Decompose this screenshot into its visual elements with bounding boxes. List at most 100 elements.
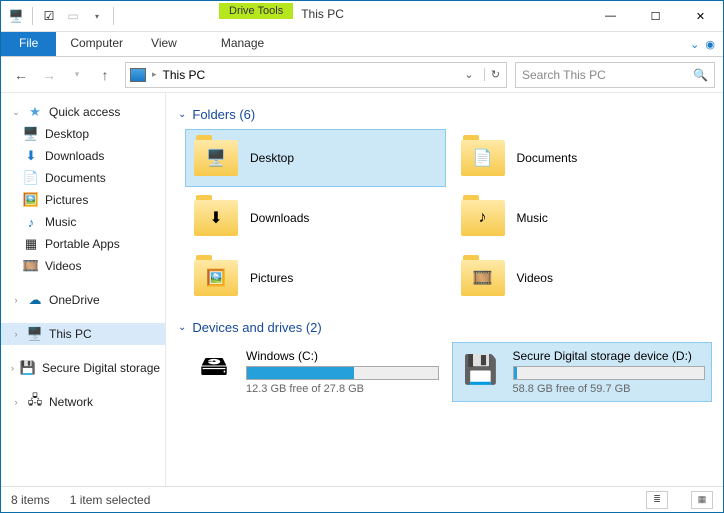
refresh-button[interactable]: ↻: [484, 68, 502, 81]
content-pane: ⌄ Folders (6) 🖥️ Desktop 📄Documents⬇Downlo…: [166, 93, 723, 486]
tab-view[interactable]: View: [137, 32, 191, 56]
folder-item[interactable]: ⬇Downloads: [186, 190, 445, 246]
back-button[interactable]: ←: [9, 63, 33, 87]
sidebar-item-onedrive[interactable]: ›☁OneDrive: [1, 289, 165, 311]
group-header-folders[interactable]: ⌄ Folders (6): [178, 107, 711, 122]
tab-computer[interactable]: Computer: [56, 32, 137, 56]
sidebar-item-label: Quick access: [49, 105, 120, 119]
navigation-pane: ⌄ ★ Quick access 🖥️Desktop ⬇ Downloads 📄D…: [1, 93, 166, 486]
sidebar-item-documents[interactable]: 📄Documents: [1, 167, 165, 189]
sidebar-item-desktop[interactable]: 🖥️Desktop: [1, 123, 165, 145]
forward-button[interactable]: →: [37, 63, 61, 87]
quick-access-toolbar: 🖥️ ☑ ▭ ▾: [1, 1, 121, 31]
chevron-right-icon[interactable]: ▸: [152, 69, 157, 80]
sidebar-item-videos[interactable]: 🎞️ Videos: [1, 255, 165, 277]
sidebar-item-quick-access[interactable]: ⌄ ★ Quick access: [1, 101, 165, 123]
folder-item[interactable]: ♪ Music: [453, 190, 712, 246]
drive-capacity-bar: [246, 366, 439, 380]
spacer: [1, 345, 165, 357]
chevron-right-icon[interactable]: ›: [11, 295, 21, 305]
drive-item[interactable]: 🖴Windows (C:)12.3 GB free of 27.8 GB: [186, 343, 445, 401]
drive-info: Windows (C:)12.3 GB free of 27.8 GB: [246, 349, 439, 395]
download-icon: ⬇: [23, 148, 39, 164]
search-icon[interactable]: 🔍: [693, 68, 708, 82]
breadcrumb-location[interactable]: This PC: [163, 68, 206, 82]
tab-manage[interactable]: Manage: [207, 32, 278, 56]
folder-item[interactable]: 📄Documents: [453, 130, 712, 186]
properties-icon[interactable]: ☑: [38, 5, 60, 27]
group-header-label: Folders (6): [192, 107, 255, 122]
sidebar-item-portable-apps[interactable]: ▦ Portable Apps: [1, 233, 165, 255]
sidebar-item-downloads[interactable]: ⬇ Downloads: [1, 145, 165, 167]
sidebar-item-label: Portable Apps: [45, 237, 120, 251]
sidebar-item-music[interactable]: ♪Music: [1, 211, 165, 233]
expand-ribbon-icon[interactable]: ⌄: [690, 38, 699, 51]
sidebar-item-label: Downloads: [45, 149, 104, 163]
chevron-right-icon[interactable]: ›: [11, 397, 21, 407]
file-menu[interactable]: File: [1, 32, 56, 56]
address-bar[interactable]: ▸ This PC ⌄ ↻: [125, 62, 507, 88]
address-dropdown-icon[interactable]: ⌄: [460, 68, 478, 81]
folder-label: Documents: [517, 151, 578, 165]
sidebar-item-this-pc[interactable]: ›🖥️This PC: [1, 323, 165, 345]
picture-icon: 🖼️: [23, 192, 39, 208]
drive-free-space: 12.3 GB free of 27.8 GB: [246, 383, 439, 395]
status-bar: 8 items 1 item selected ≣ ▦: [1, 486, 723, 512]
minimize-button[interactable]: —: [588, 1, 633, 31]
folder-label: Desktop: [250, 151, 294, 165]
body: ⌄ ★ Quick access 🖥️ Desktop ⬇ Downloads 📄D…: [1, 93, 723, 486]
folder-icon: ♪: [461, 200, 505, 236]
cloud-icon: ☁: [27, 292, 43, 308]
folder-item[interactable]: 🎞️Videos: [453, 250, 712, 306]
sidebar-item-pictures[interactable]: 🖼️ Pictures: [1, 189, 165, 211]
folder-item[interactable]: 🖼️Pictures: [186, 250, 445, 306]
window-title: This PC: [293, 1, 352, 31]
overlay-icon: ♪: [479, 209, 487, 227]
pc-icon: [130, 68, 146, 82]
sidebar-item-network[interactable]: ›🖧Network: [1, 391, 165, 413]
separator: [113, 7, 114, 25]
large-icons-view-button[interactable]: ▦: [691, 491, 713, 509]
folder-icon: 🖼️: [194, 260, 238, 296]
details-view-button[interactable]: ≣: [646, 491, 668, 509]
chevron-right-icon[interactable]: ›: [11, 363, 14, 373]
recent-dropdown-icon[interactable]: ▾: [65, 63, 89, 87]
apps-icon: ▦: [23, 236, 39, 252]
drive-capacity-bar: [513, 366, 706, 380]
drive-free-space: 58.8 GB free of 59.7 GB: [513, 383, 706, 395]
folder-icon: 🎞️: [461, 260, 505, 296]
spacer: [1, 379, 165, 391]
drive-icon: 🖴: [192, 349, 236, 389]
search-box[interactable]: Search This PC 🔍: [515, 62, 715, 88]
close-button[interactable]: ✕: [678, 1, 723, 31]
chevron-down-icon[interactable]: ⌄: [11, 107, 21, 118]
network-icon: 🖧: [27, 394, 43, 410]
spacer: [1, 311, 165, 323]
separator: [32, 7, 33, 25]
sidebar-item-label: Secure Digital storage: [42, 361, 160, 375]
sidebar-item-label: This PC: [49, 327, 92, 341]
chevron-right-icon[interactable]: ›: [11, 329, 21, 339]
drive-item[interactable]: 💾Secure Digital storage device (D:)58.8 …: [453, 343, 712, 401]
folder-icon: 🖥️: [194, 140, 238, 176]
sidebar-item-sd-storage[interactable]: ›💾Secure Digital storage: [1, 357, 165, 379]
new-folder-icon[interactable]: ▭: [62, 5, 84, 27]
titlebar: 🖥️ ☑ ▭ ▾ Drive Tools This PC — ☐ ✕: [1, 1, 723, 32]
folder-label: Music: [517, 211, 548, 225]
group-header-drives[interactable]: ⌄ Devices and drives (2): [178, 320, 711, 335]
navigation-bar: ← → ▾ ↑ ▸ This PC ⌄ ↻ Search This PC 🔍: [1, 57, 723, 93]
spacer: [1, 277, 165, 289]
up-button[interactable]: ↑: [93, 63, 117, 87]
maximize-button[interactable]: ☐: [633, 1, 678, 31]
help-icon[interactable]: ◉: [705, 38, 715, 51]
sidebar-item-label: Pictures: [45, 193, 88, 207]
status-item-count: 8 items: [11, 493, 50, 507]
folder-item[interactable]: 🖥️ Desktop: [186, 130, 445, 186]
status-selection-count: 1 item selected: [70, 493, 151, 507]
app-icon[interactable]: 🖥️: [5, 5, 27, 27]
group-header-label: Devices and drives (2): [192, 320, 321, 335]
ribbon-right: ⌄ ◉: [690, 32, 723, 56]
sidebar-item-label: Videos: [45, 259, 81, 273]
qa-dropdown-icon[interactable]: ▾: [86, 5, 108, 27]
video-icon: 🎞️: [23, 258, 39, 274]
